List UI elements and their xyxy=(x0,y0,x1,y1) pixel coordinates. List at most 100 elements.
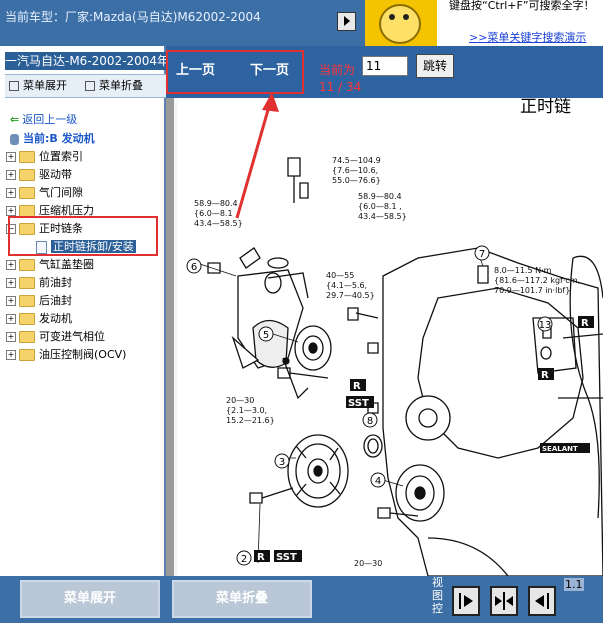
folder-icon xyxy=(19,259,35,271)
sidebar-expand-menu[interactable]: 菜单展开 xyxy=(9,75,67,97)
folder-icon xyxy=(19,295,35,307)
help-panel: 键盘按“Ctrl+F”可搜索全字！ >>菜单关键字搜索演示 xyxy=(365,0,603,46)
callout-6: 6 xyxy=(191,262,197,273)
expand-node-icon[interactable]: + xyxy=(6,206,16,216)
torque-spec: 58.9—80.4 xyxy=(358,192,402,201)
badge-r: R xyxy=(353,381,361,392)
menu-tree: + 位置索引 + 驱动带 + 气门间隙 + 压缩机压力 − 正时链条 正时链拆卸/安装 +… xyxy=(6,148,164,364)
callout-5: 5 xyxy=(263,330,269,341)
tree-item[interactable]: + 后油封 xyxy=(6,292,164,310)
tree-item[interactable]: + 气门间隙 xyxy=(6,184,164,202)
torque-spec: 58.9—80.4 xyxy=(194,199,238,208)
badge-r-2: R xyxy=(257,552,265,563)
expand-node-icon[interactable]: + xyxy=(6,314,16,324)
callout-4: 4 xyxy=(375,476,381,487)
zoom-level: 1.1 xyxy=(564,578,584,591)
badge-r-3: R xyxy=(541,370,549,381)
split-icon xyxy=(495,592,513,610)
collapse-menu-button[interactable]: 菜单折叠 xyxy=(172,580,312,618)
viewer-scrollbar[interactable] xyxy=(166,98,174,576)
torque-spec: 8.0—11.5 N·m xyxy=(494,266,552,275)
current-page-label: 当前为 xyxy=(319,63,356,77)
tree-item[interactable]: + 油压控制阀(OCV) xyxy=(6,346,164,364)
expand-node-icon[interactable]: + xyxy=(6,350,16,360)
callout-3: 3 xyxy=(279,457,285,468)
folder-icon xyxy=(19,313,35,325)
torque-spec: 20—30 xyxy=(226,396,254,405)
callout-8: 8 xyxy=(367,416,373,427)
sealant-label: SEALANT xyxy=(542,445,578,453)
expand-node-icon[interactable]: + xyxy=(6,332,16,342)
search-demo-link[interactable]: >>菜单关键字搜索演示 xyxy=(469,29,586,45)
header-next-button[interactable] xyxy=(337,12,356,31)
go-button[interactable]: 跳转 xyxy=(416,54,454,78)
tree-item[interactable]: + 气缸盖垫圈 xyxy=(6,256,164,274)
expand-menu-button[interactable]: 菜单展开 xyxy=(20,580,160,618)
folder-icon xyxy=(19,169,35,181)
torque-spec: {6.0—8.1 , xyxy=(358,202,402,211)
torque-spec: {7.6—10.6, xyxy=(332,166,378,175)
tree-item[interactable]: + 位置索引 xyxy=(6,148,164,166)
torque-spec: 43.4—58.5} xyxy=(358,212,407,221)
torque-spec: 40—55 xyxy=(326,271,354,280)
torque-spec: 74.5—104.9 xyxy=(332,156,381,165)
next-page-button[interactable]: 下一页 xyxy=(250,59,289,78)
folder-icon xyxy=(19,187,35,199)
page-count: 11 / 34 xyxy=(319,80,362,94)
arrow-left-icon xyxy=(535,593,549,609)
search-tip: 键盘按“Ctrl+F”可搜索全字！ xyxy=(449,0,595,12)
badge-r-4: R xyxy=(581,318,589,329)
timing-chain-diagram: 6 7 5 13 8 3 4 2 R SST R SST R R SEALANT xyxy=(186,156,603,576)
arrow-right-icon xyxy=(459,593,473,609)
torque-spec: {6.0—8.1 , xyxy=(194,209,238,218)
tree-item[interactable]: + 驱动带 xyxy=(6,166,164,184)
badge-sst: SST xyxy=(348,398,369,409)
callout-2: 2 xyxy=(241,554,247,565)
back-link[interactable]: ⇐ 返回上一级 xyxy=(10,111,77,127)
back-arrow-icon: ⇐ xyxy=(10,113,20,126)
torque-spec: 20—30 xyxy=(354,559,382,568)
document-page: 正时链 6 7 5 13 8 3 4 2 R SST R SST R R SEA… xyxy=(178,98,603,576)
view-control-label: 视图控 xyxy=(432,576,443,615)
collapse-icon xyxy=(85,81,95,91)
tree-item[interactable]: + 前油封 xyxy=(6,274,164,292)
view-right-button[interactable] xyxy=(452,586,480,616)
expand-node-icon[interactable]: + xyxy=(6,296,16,306)
sidebar: 一汽马自达-M6-2002-2004年 菜单展开 菜单折叠 ⇐ 返回上一级 当前:… xyxy=(0,46,166,576)
page-number-input[interactable] xyxy=(362,56,408,76)
page-toolbar: 上一页 下一页 当前为 跳转 11 / 34 xyxy=(166,46,603,98)
folder-icon xyxy=(19,151,35,163)
callout-7: 7 xyxy=(479,249,485,260)
torque-spec: {2.1—3.0, xyxy=(226,406,267,415)
torque-spec: 15.2—21.6} xyxy=(226,416,275,425)
torque-spec: 70.9—101.7 in·lbf} xyxy=(494,286,570,295)
current-section: 当前:B 发动机 xyxy=(10,130,95,146)
tree-item[interactable]: + 可变进气相位 xyxy=(6,328,164,346)
folder-icon xyxy=(19,331,35,343)
sidebar-toolbar: 菜单展开 菜单折叠 xyxy=(5,74,166,98)
highlight-box xyxy=(8,216,158,256)
expand-node-icon[interactable]: + xyxy=(6,152,16,162)
database-icon xyxy=(10,133,19,145)
torque-spec: 43.4—58.5} xyxy=(194,219,243,228)
sidebar-title: 一汽马自达-M6-2002-2004年 xyxy=(5,52,166,70)
folder-icon xyxy=(19,349,35,361)
prev-page-button[interactable]: 上一页 xyxy=(176,59,215,78)
torque-spec: 55.0—76.6} xyxy=(332,176,381,185)
view-left-button[interactable] xyxy=(528,586,556,616)
folder-icon xyxy=(19,277,35,289)
callout-13: 13 xyxy=(539,320,552,331)
torque-spec: {4.1—5.6, xyxy=(326,281,367,290)
tree-item[interactable]: + 发动机 xyxy=(6,310,164,328)
view-split-button[interactable] xyxy=(490,586,518,616)
badge-sst-2: SST xyxy=(276,552,297,563)
sidebar-collapse-menu[interactable]: 菜单折叠 xyxy=(85,75,143,97)
expand-node-icon[interactable]: + xyxy=(6,260,16,270)
torque-spec: {81.6—117.2 kgf·cm, xyxy=(494,276,580,285)
expand-node-icon[interactable]: + xyxy=(6,170,16,180)
expand-node-icon[interactable]: + xyxy=(6,278,16,288)
expand-icon xyxy=(9,81,19,91)
bottom-bar: 菜单展开 菜单折叠 视图控 1.1 xyxy=(0,576,603,623)
document-viewer: 正时链 6 7 5 13 8 3 4 2 R SST R SST R R SEA… xyxy=(166,98,603,576)
expand-node-icon[interactable]: + xyxy=(6,188,16,198)
